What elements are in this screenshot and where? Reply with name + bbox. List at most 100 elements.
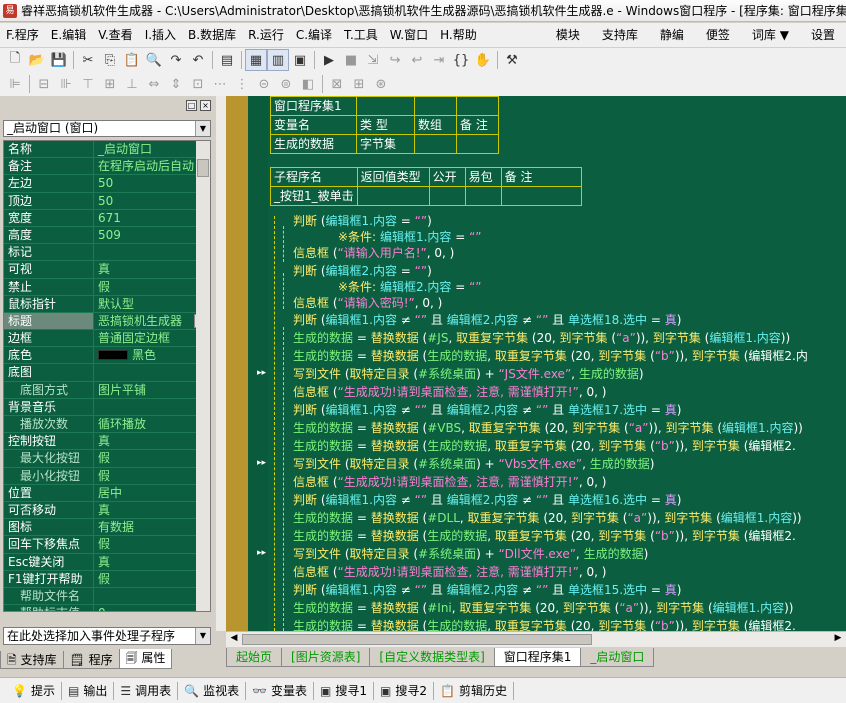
property-row[interactable]: 底图 (4, 364, 210, 382)
tab-program[interactable]: 🗒 程序 (62, 651, 120, 669)
code-line[interactable]: 信息框 (“生成成功!请到桌面检查, 注意, 需谨慎打开!”, 0, ) (293, 383, 606, 401)
property-value[interactable]: 循环播放 (94, 416, 210, 432)
property-value[interactable] (94, 364, 210, 380)
property-value[interactable]: 假 (94, 450, 210, 466)
property-row[interactable]: 边框 普通固定边框 (4, 330, 210, 348)
scroll-thumb[interactable] (197, 159, 209, 177)
space-vertical-icon[interactable]: ⋮ (231, 73, 253, 95)
hand-icon[interactable]: ✋ (472, 49, 494, 71)
code-line[interactable]: 写到文件 (取特定目录 (#系统桌面) + “JS文件.exe”, 生成的数据) (293, 365, 644, 383)
clipboard-history-button[interactable]: 📋 剪辑历史 (434, 681, 514, 700)
bring-front-icon[interactable]: ◧ (297, 73, 319, 95)
run-icon[interactable]: ▶ (318, 49, 340, 71)
code-line[interactable]: 生成的数据 = 替换数据 (#Ini, 取重复字节集 (20, 到字节集 (“a… (293, 599, 793, 617)
property-row[interactable]: 帮助文件名 (4, 587, 210, 606)
code-line[interactable]: 判断 (编辑框1.内容 ≠ “” 且 编辑框2.内容 ≠ “” 且 单选框17.… (293, 401, 681, 419)
property-value[interactable]: 671 (94, 210, 210, 226)
property-row[interactable]: 图标 有数据 (4, 519, 210, 537)
property-row[interactable]: 控制按钮真 (4, 433, 210, 451)
code-line[interactable]: 生成的数据 = 替换数据 (#DLL, 取重复字节集 (20, 到字节集 (“a… (293, 509, 802, 527)
property-value[interactable] (94, 244, 210, 260)
variable-type[interactable]: 字节集 (356, 134, 415, 154)
property-value[interactable]: 真 (94, 261, 210, 277)
close-icon[interactable]: × (200, 99, 211, 111)
menu-static-compile[interactable]: 静编 (649, 23, 695, 47)
menu-view[interactable]: V.查看 (92, 23, 138, 47)
property-value[interactable]: 0 (94, 605, 210, 611)
property-row[interactable]: 播放次数 循环播放 (4, 416, 210, 434)
code-line[interactable]: 生成的数据 = 替换数据 (生成的数据, 取重复字节集 (20, 到字节集 (“… (293, 617, 796, 631)
code-editor[interactable]: 窗口程序集1 变量名类 型数组备 注 生成的数据 字节集 子程序名 返回值类型 公开易… (226, 96, 846, 631)
property-row[interactable]: Esc键关闭真 (4, 553, 210, 571)
split-view-icon[interactable]: ▥ (267, 49, 289, 71)
code-line[interactable]: 判断 (编辑框1.内容 ≠ “” 且 编辑框2.内容 ≠ “” 且 单选框16.… (293, 491, 681, 509)
align-top-icon[interactable]: ⊤ (77, 73, 99, 95)
menu-settings[interactable]: 设置 (800, 23, 846, 47)
property-row[interactable]: 备注 在程序启动后自动 (4, 158, 210, 176)
copy-icon[interactable]: ⎘ (99, 49, 121, 71)
menu-module[interactable]: 模块 (545, 23, 591, 47)
code-line[interactable]: 信息框 (“生成成功!请到桌面检查, 注意, 需谨慎打开!”, 0, ) (293, 473, 606, 491)
table-cell[interactable] (356, 96, 415, 116)
property-value[interactable]: 50 (94, 175, 210, 191)
menu-support-lib[interactable]: 支持库 (591, 23, 649, 47)
code-line[interactable]: 生成的数据 = 替换数据 (#VBS, 取重复字节集 (20, 到字节集 (“a… (293, 419, 803, 437)
property-row[interactable]: 背景音乐 (4, 398, 210, 416)
variables-button[interactable]: 👓 变量表 (246, 681, 315, 700)
layout-icon[interactable]: ▦ (245, 49, 267, 71)
property-row[interactable]: 宽度 671 (4, 209, 210, 227)
code-line[interactable]: 信息框 (“生成成功!请到桌面检查, 注意, 需谨慎打开!”, 0, ) (293, 563, 606, 581)
menu-dictionary[interactable]: 词库 ▼ (741, 23, 800, 47)
align-middle-icon[interactable]: ⊞ (99, 73, 121, 95)
subroutine-name[interactable]: _按钮1_被单击 (270, 186, 358, 206)
align-right-icon[interactable]: ⊪ (55, 73, 77, 95)
paste-icon[interactable]: 📋 (121, 49, 143, 71)
braces-icon[interactable]: {} (450, 49, 472, 71)
align-bottom-icon[interactable]: ⊥ (121, 73, 143, 95)
search2-button[interactable]: ▣ 搜寻2 (374, 681, 435, 700)
property-row[interactable]: 名称 _启动窗口 (4, 141, 210, 159)
code-line[interactable]: 判断 (编辑框1.内容 ≠ “” 且 编辑框2.内容 ≠ “” 且 单选框18.… (293, 311, 681, 329)
tab-startup-window[interactable]: _启动窗口 (580, 648, 655, 667)
stop-icon[interactable]: ■ (340, 49, 362, 71)
window-selector[interactable]: _启动窗口 (窗口) ▼ (3, 120, 211, 137)
table-cell[interactable] (356, 186, 430, 206)
menu-notes[interactable]: 便签 (695, 23, 741, 47)
space-horizontal-icon[interactable]: ⋯ (209, 73, 231, 95)
property-value[interactable]: 真 (94, 433, 210, 449)
property-value[interactable]: 默认型 (94, 296, 210, 312)
grid-icon[interactable]: ⊞ (348, 73, 370, 95)
watch-button[interactable]: 🔍 监视表 (178, 681, 247, 700)
property-value[interactable]: 509 (94, 227, 210, 243)
table-cell[interactable] (464, 186, 502, 206)
window-list-icon[interactable]: ▣ (289, 49, 311, 71)
tab-custom-types[interactable]: [自定义数据类型表] (369, 648, 495, 667)
property-row[interactable]: 高度 509 (4, 226, 210, 245)
editor-scrollbar[interactable]: ◀ ▶ (226, 631, 846, 647)
menu-program[interactable]: F.程序 (0, 23, 45, 47)
cut-icon[interactable]: ✂ (77, 49, 99, 71)
step-into-icon[interactable]: ⇲ (362, 49, 384, 71)
table-cell[interactable] (414, 96, 457, 116)
event-selector[interactable]: 在此处选择加入事件处理子程序 ▼ (3, 627, 211, 645)
property-row[interactable]: 最大化按钮假 (4, 450, 210, 468)
property-value[interactable] (94, 399, 210, 415)
chevron-down-icon[interactable]: ▼ (195, 121, 210, 136)
find-icon[interactable]: 🔍 (143, 49, 165, 71)
menu-database[interactable]: B.数据库 (182, 23, 242, 47)
table-cell[interactable] (414, 134, 457, 154)
property-row[interactable]: 禁止假 (4, 278, 210, 296)
table-cell[interactable] (428, 186, 466, 206)
property-value[interactable]: 假 (94, 571, 210, 587)
chevron-down-icon[interactable]: ▼ (195, 628, 210, 644)
hint-button[interactable]: 💡 提示 (6, 681, 62, 700)
property-row[interactable]: 帮助标志值0 (4, 605, 210, 611)
step-out-icon[interactable]: ↩ (406, 49, 428, 71)
preview-icon[interactable]: ▤ (216, 49, 238, 71)
new-file-icon[interactable]: 🗋 (4, 49, 26, 71)
code-line[interactable]: 生成的数据 = 替换数据 (生成的数据, 取重复字节集 (20, 到字节集 (“… (293, 347, 808, 365)
step-over-icon[interactable]: ↪ (384, 49, 406, 71)
save-icon[interactable]: 💾 (48, 49, 70, 71)
code-line[interactable]: 生成的数据 = 替换数据 (生成的数据, 取重复字节集 (20, 到字节集 (“… (293, 527, 796, 545)
code-line[interactable]: 写到文件 (取特定目录 (#系统桌面) + “Vbs文件.exe”, 生成的数据… (293, 455, 654, 473)
